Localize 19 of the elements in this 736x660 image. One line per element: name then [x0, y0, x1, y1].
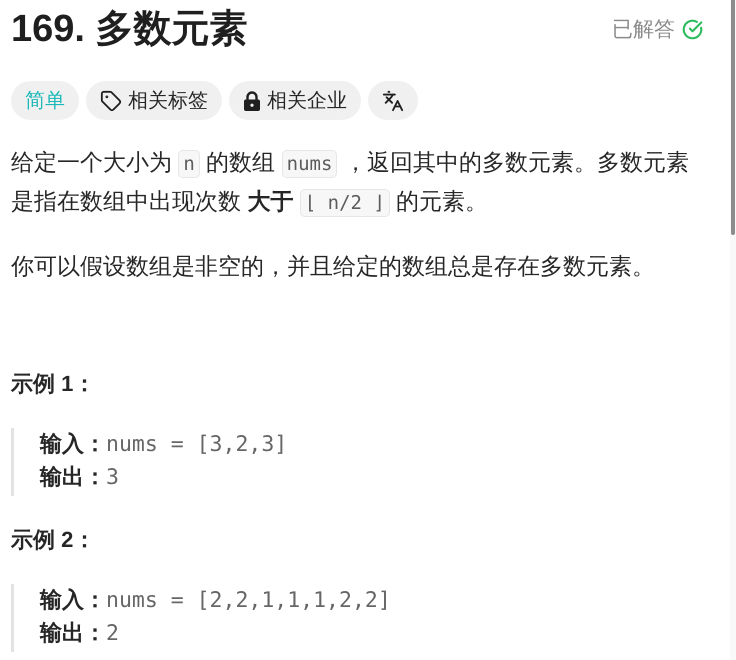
translate-icon: [382, 90, 404, 112]
example-line: 输入：nums = [2,2,1,1,1,2,2]: [40, 586, 392, 615]
lock-icon: [243, 90, 261, 110]
example-line: 输入：nums = [3,2,3]: [40, 430, 288, 459]
problem-description: 你可以假设数组是非空的，并且给定的数组总是存在多数元素。: [11, 252, 656, 281]
example-line: 输出：3: [40, 463, 120, 492]
translate-button[interactable]: [368, 81, 418, 120]
example-line: 输出：2: [40, 619, 120, 648]
scrollbar-thumb[interactable]: [731, 0, 735, 235]
topics-button[interactable]: 相关标签: [86, 81, 222, 120]
check-circle-icon: [682, 18, 703, 40]
example-heading: 示例 1：: [11, 370, 96, 398]
example-heading: 示例 2：: [11, 526, 96, 554]
problem-title: 169. 多数元素: [11, 7, 248, 51]
difficulty-badge: 简单: [11, 81, 79, 120]
companies-button[interactable]: 相关企业: [229, 81, 361, 120]
problem-description: 给定一个大小为 n 的数组 nums ，返回其中的多数元素。多数元素是指在数组中出现次数 大于 ⌊ n/2 ⌋ 的元素。: [11, 144, 711, 222]
tag-icon: [100, 90, 122, 112]
solved-status: 已解答: [612, 17, 675, 43]
